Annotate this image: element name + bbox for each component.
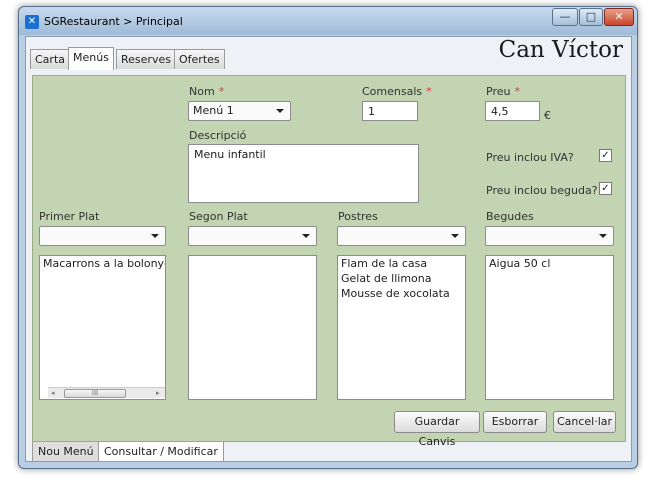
begudes-list[interactable]: Aigua 50 cl [485, 255, 614, 400]
chevron-down-icon [599, 234, 607, 238]
window-title: SGRestaurant > Principal [44, 15, 183, 28]
tab-consultar-modificar[interactable]: Consultar / Modificar [98, 442, 224, 462]
segon-plat-list[interactable] [188, 255, 317, 400]
nom-label: Nom * [189, 85, 225, 98]
chevron-down-icon [302, 234, 310, 238]
beguda-checkbox[interactable]: ✓ [599, 182, 612, 195]
postres-list[interactable]: Flam de la casa Gelat de llimona Mousse de… [337, 255, 466, 400]
segon-plat-dropdown[interactable] [188, 226, 317, 246]
save-button[interactable]: Guardar Canvis [394, 411, 480, 448]
required-mark: * [218, 85, 225, 98]
scroll-right-icon[interactable]: ▸ [156, 388, 160, 398]
primer-plat-label: Primer Plat [39, 210, 100, 223]
brand-title: Can Víctor [498, 37, 623, 63]
list-item[interactable]: Macarrons a la bolonyesa [40, 256, 165, 271]
chevron-down-icon [151, 234, 159, 238]
cancel-button[interactable]: Cancel·lar [553, 411, 616, 433]
primer-plat-dropdown[interactable] [39, 226, 166, 246]
maximize-button[interactable]: □ [579, 8, 603, 26]
begudes-dropdown[interactable] [485, 226, 614, 246]
chevron-down-icon [451, 234, 459, 238]
tab-reserves[interactable]: Reserves [116, 49, 176, 69]
scrollbar-thumb[interactable]: III [64, 389, 126, 398]
preu-input[interactable]: 4,5 [485, 101, 540, 121]
horizontal-scrollbar[interactable]: ◂ III ▸ [48, 387, 165, 398]
required-mark: * [514, 85, 520, 98]
postres-dropdown[interactable] [337, 226, 466, 246]
nom-value: Menú 1 [193, 104, 234, 117]
scroll-left-icon[interactable]: ◂ [51, 388, 55, 398]
menu-form-panel: Nom * Menú 1 Comensals * 1 Preu * 4,5 € Des… [32, 75, 626, 448]
comensals-label: Comensals * [362, 85, 432, 98]
list-item[interactable]: Mousse de xocolata [338, 286, 465, 301]
nom-dropdown[interactable]: Menú 1 [188, 101, 291, 121]
tab-nou-menu[interactable]: Nou Menú [32, 442, 100, 462]
begudes-label: Begudes [486, 210, 534, 223]
list-item[interactable]: Flam de la casa [338, 256, 465, 271]
list-item[interactable]: Gelat de llimona [338, 271, 465, 286]
app-icon: ✕ [25, 15, 39, 29]
segon-plat-label: Segon Plat [189, 210, 248, 223]
tab-ofertes[interactable]: Ofertes [174, 49, 225, 69]
list-item[interactable]: Aigua 50 cl [486, 256, 613, 271]
primer-plat-list[interactable]: Macarrons a la bolonyesa ◂ III ▸ [39, 255, 166, 400]
delete-button[interactable]: Esborrar [483, 411, 547, 433]
minimize-button[interactable]: — [552, 8, 578, 26]
tab-carta[interactable]: Carta [30, 49, 70, 69]
beguda-label: Preu inclou beguda? [486, 184, 598, 197]
comensals-input[interactable]: 1 [362, 101, 418, 121]
currency-label: € [544, 109, 551, 122]
iva-label: Preu inclou IVA? [486, 151, 574, 164]
title-bar[interactable]: ✕ SGRestaurant > Principal — □ ✕ [19, 7, 637, 35]
app-window: ✕ SGRestaurant > Principal — □ ✕ Carta M… [18, 6, 638, 469]
tab-menus[interactable]: Menús [68, 47, 114, 70]
postres-label: Postres [338, 210, 378, 223]
required-mark: * [426, 85, 432, 98]
window-client-area: Carta Menús Reserves Ofertes Can Víctor … [25, 36, 632, 462]
preu-label: Preu * [486, 85, 520, 98]
close-button[interactable]: ✕ [604, 8, 634, 26]
chevron-down-icon [276, 109, 284, 113]
descripcio-label: Descripció [189, 129, 247, 142]
iva-checkbox[interactable]: ✓ [599, 149, 612, 162]
descripcio-textarea[interactable]: Menu infantil [188, 144, 419, 203]
